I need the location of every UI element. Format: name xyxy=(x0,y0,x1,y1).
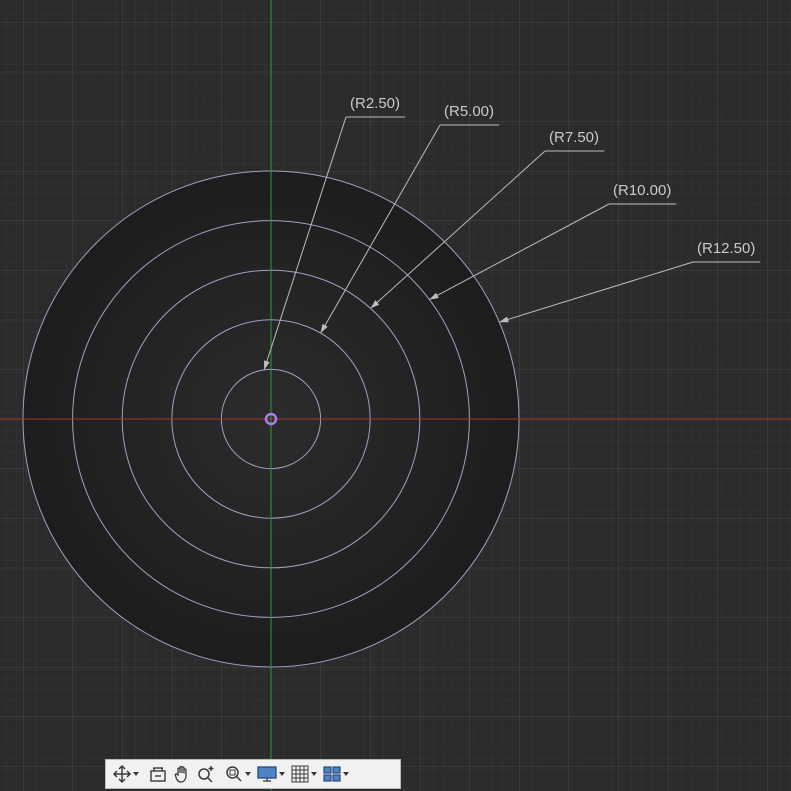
look-at-button[interactable] xyxy=(146,761,170,787)
dropdown-caret-icon[interactable] xyxy=(342,761,350,787)
pan-hand-button[interactable] xyxy=(170,761,194,787)
zoom-button[interactable] xyxy=(194,761,218,787)
viewports-icon xyxy=(322,764,342,784)
dimension-label[interactable]: (R5.00) xyxy=(444,103,494,120)
grid-snap-button[interactable] xyxy=(288,761,320,787)
viewports-button[interactable] xyxy=(320,761,352,787)
dimension-label[interactable]: (R12.50) xyxy=(697,240,755,257)
sketch-canvas[interactable]: (R2.50) (R5.00) (R7.50) (R10.00) (R12.50) xyxy=(0,0,791,791)
pan-hand-icon xyxy=(172,764,192,784)
navigation-toolbar xyxy=(105,759,401,789)
grid-snap-icon xyxy=(290,764,310,784)
dropdown-caret-icon[interactable] xyxy=(132,761,140,787)
display-settings-button[interactable] xyxy=(254,761,288,787)
orbit-icon xyxy=(112,764,132,784)
dimension-label[interactable]: (R2.50) xyxy=(350,95,400,112)
orbit-button[interactable] xyxy=(110,761,142,787)
fit-zoom-button[interactable] xyxy=(222,761,254,787)
fit-zoom-icon xyxy=(224,764,244,784)
dropdown-caret-icon[interactable] xyxy=(244,761,252,787)
zoom-icon xyxy=(196,764,216,784)
display-settings-icon xyxy=(256,764,278,784)
dropdown-caret-icon[interactable] xyxy=(310,761,318,787)
dropdown-caret-icon[interactable] xyxy=(278,761,286,787)
dimension-label[interactable]: (R7.50) xyxy=(549,129,599,146)
look-at-icon xyxy=(148,764,168,784)
sketch-canvas-area[interactable]: (R2.50) (R5.00) (R7.50) (R10.00) (R12.50) xyxy=(0,0,791,791)
dimension-label[interactable]: (R10.00) xyxy=(613,182,671,199)
